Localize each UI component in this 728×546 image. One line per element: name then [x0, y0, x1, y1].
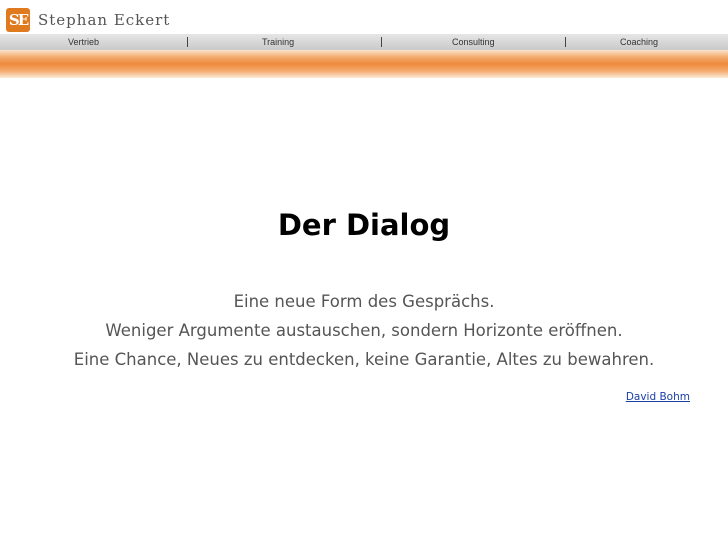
logo-text: Stephan Eckert	[38, 11, 171, 29]
nav-separator	[381, 37, 382, 47]
nav-item-consulting[interactable]: Consulting	[452, 34, 495, 50]
logo-mark-icon: SE	[6, 8, 30, 32]
nav-item-training[interactable]: Training	[262, 34, 294, 50]
slide-text-line-1: Eine neue Form des Gesprächs.	[233, 292, 495, 311]
logo: SE Stephan Eckert	[6, 7, 170, 33]
nav-separator	[187, 37, 188, 47]
slide-title: Der Dialog	[277, 208, 451, 242]
header-accent-bar	[0, 50, 728, 78]
nav-item-vertrieb[interactable]: Vertrieb	[68, 34, 99, 50]
nav-item-coaching[interactable]: Coaching	[620, 34, 658, 50]
slide-text-line-2: Weniger Argumente austauschen, sondern H…	[105, 321, 623, 340]
author-link[interactable]: David Bohm	[626, 391, 690, 403]
top-nav: Vertrieb Training Consulting Coaching	[0, 34, 728, 50]
nav-separator	[565, 37, 566, 47]
slide-text-line-3: Eine Chance, Neues zu entdecken, keine G…	[73, 350, 655, 369]
